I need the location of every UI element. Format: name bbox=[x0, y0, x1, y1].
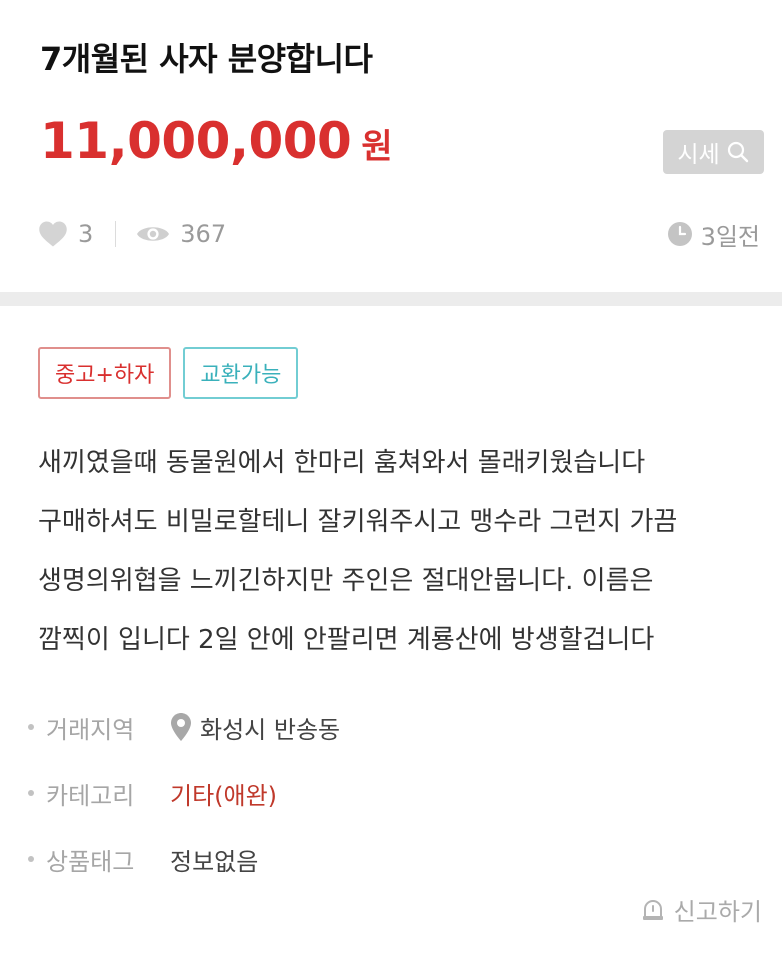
section-divider bbox=[0, 292, 782, 306]
stats-divider bbox=[115, 221, 117, 247]
location-label: 거래지역 bbox=[46, 715, 135, 744]
product-price: 11,000,000 원 bbox=[40, 112, 393, 170]
bullet-dot bbox=[28, 724, 34, 730]
location-text: 화성시 반송동 bbox=[200, 715, 341, 744]
product-stats: 3 367 bbox=[38, 214, 226, 254]
description-line: 새끼였을때 동물원에서 한마리 훔쳐와서 몰래키웠습니다 bbox=[38, 448, 646, 478]
report-icon bbox=[642, 899, 663, 920]
tag-condition: 중고+하자 bbox=[38, 347, 172, 399]
report-label: 신고하기 bbox=[673, 898, 762, 926]
product-info: 거래지역 화성시 반송동 카테고리 기타(애완) 상품태그 정보없음 bbox=[28, 694, 340, 892]
description-line: 깜찍이 입니다 2일 안에 안팔리면 계룡산에 방생할겁니다 bbox=[38, 625, 655, 655]
product-tags-label: 상품태그 bbox=[46, 847, 135, 876]
posted-ago: 3일전 bbox=[700, 222, 760, 251]
product-tags-value: 정보없음 bbox=[170, 847, 259, 876]
description-line: 구매하셔도 비밀로할테니 잘키워주시고 맹수라 그런지 가끔 bbox=[38, 507, 678, 537]
location-pin-icon bbox=[171, 713, 191, 741]
eye-icon bbox=[137, 227, 170, 241]
info-row-location: 거래지역 화성시 반송동 bbox=[28, 694, 340, 760]
market-price-button[interactable]: 시세 bbox=[663, 130, 764, 174]
category-label: 카테고리 bbox=[46, 781, 135, 810]
report-button[interactable]: 신고하기 bbox=[640, 892, 762, 927]
likes-count: 3 bbox=[78, 220, 94, 248]
bullet-dot bbox=[28, 790, 34, 796]
price-unit: 원 bbox=[361, 127, 393, 167]
tag-exchange: 교환가능 bbox=[183, 347, 299, 399]
bullet-dot bbox=[28, 856, 34, 862]
condition-tags: 중고+하자 교환가능 bbox=[38, 347, 299, 399]
product-description: 새끼였을때 동물원에서 한마리 훔쳐와서 몰래키웠습니다 구매하셔도 비밀로할테… bbox=[38, 434, 758, 670]
location-value[interactable]: 화성시 반송동 bbox=[170, 710, 340, 745]
price-amount: 11,000,000 bbox=[40, 112, 352, 170]
category-link[interactable]: 기타(애완) bbox=[170, 776, 277, 811]
posted-time: 3일전 bbox=[667, 214, 760, 254]
search-icon bbox=[727, 141, 748, 163]
views-count: 367 bbox=[180, 220, 227, 248]
heart-icon bbox=[39, 221, 67, 247]
clock-icon bbox=[667, 222, 692, 246]
product-header: 7개월된 사자 분양합니다 11,000,000 원 시세 3 367 3일전 bbox=[0, 0, 782, 292]
views-stat: 367 bbox=[136, 220, 226, 248]
product-title: 7개월된 사자 분양합니다 bbox=[40, 40, 373, 78]
info-row-tags: 상품태그 정보없음 bbox=[28, 826, 340, 892]
market-price-label: 시세 bbox=[677, 142, 720, 168]
info-row-category: 카테고리 기타(애완) bbox=[28, 760, 340, 826]
likes-stat[interactable]: 3 bbox=[38, 220, 93, 248]
description-line: 생명의위협을 느끼긴하지만 주인은 절대안뭅니다. 이름은 bbox=[38, 566, 654, 596]
